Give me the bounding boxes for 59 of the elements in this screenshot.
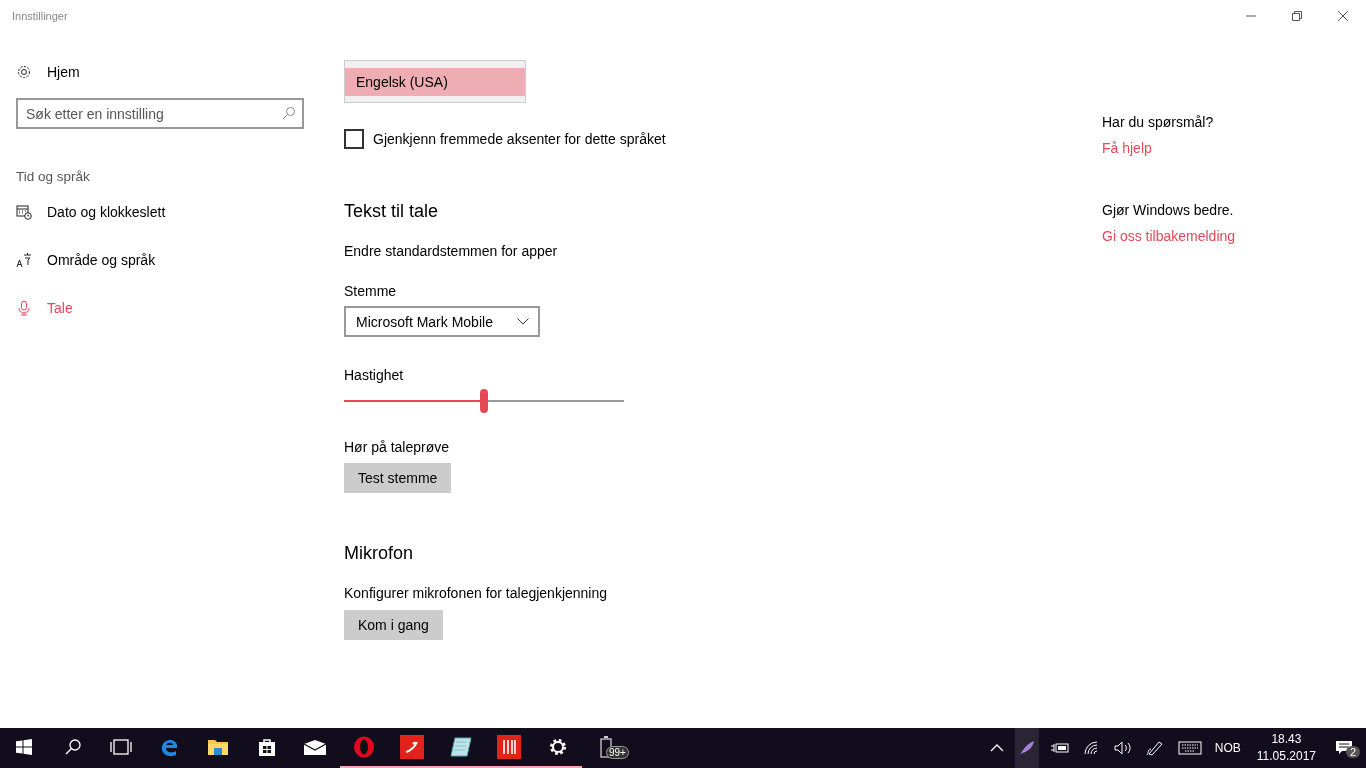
- section-heading: Tekst til tale: [344, 201, 439, 222]
- pen-icon[interactable]: [1145, 740, 1164, 756]
- description-text: Konfigurer mikrofonen for talegjenkjenning: [344, 585, 608, 601]
- edge-e-icon: [159, 737, 180, 757]
- sidebar-item[interactable]: Område og språk: [0, 236, 320, 284]
- sliders-app-icon: [497, 735, 522, 759]
- input-language-indicator[interactable]: NOB: [1214, 741, 1241, 755]
- speed-label: Hastighet: [344, 367, 404, 383]
- feedback-prompt: Gjør Windows bedre.: [1102, 202, 1234, 218]
- task-view-icon: [110, 739, 133, 755]
- chevron-up-icon[interactable]: [989, 744, 1004, 752]
- keyboard-icon[interactable]: [1177, 741, 1202, 755]
- search-field[interactable]: Søk etter en innstilling: [16, 98, 304, 129]
- section-heading: Mikrofon: [344, 543, 414, 564]
- window-title: Innstillinger: [12, 10, 68, 22]
- language-option[interactable]: Engelsk (USA): [345, 68, 525, 96]
- windows-logo-icon: [16, 739, 33, 755]
- restore-icon: [1291, 10, 1303, 22]
- feedback-link[interactable]: Gi oss tilbakemelding: [1102, 228, 1236, 244]
- folder-icon: [207, 738, 230, 756]
- notification-count: 2: [1346, 746, 1361, 758]
- speed-slider[interactable]: [344, 389, 624, 413]
- slider-thumb[interactable]: [480, 389, 488, 413]
- taskbar-button[interactable]: 99+: [582, 728, 631, 768]
- section-heading: Tid og språk: [16, 169, 91, 184]
- count-badge: 99+: [606, 746, 629, 759]
- feather-icon: [1018, 740, 1035, 756]
- preview-label: Hør på taleprøve: [344, 439, 450, 455]
- get-started-button[interactable]: Kom i gang: [344, 610, 443, 640]
- notepad-icon: [448, 736, 473, 758]
- settings-icon: [547, 737, 568, 757]
- tray-button[interactable]: [1014, 728, 1039, 768]
- voice-dropdown[interactable]: Microsoft Mark Mobile: [344, 306, 540, 337]
- language-icon: [16, 252, 32, 268]
- clock[interactable]: 18.43 11.05.2017: [1256, 731, 1316, 765]
- description-text: Endre standardstemmen for apper: [344, 243, 558, 259]
- help-question: Har du spørsmål?: [1102, 114, 1214, 130]
- sidebar-item[interactable]: Dato og klokkeslett: [0, 188, 320, 236]
- envelope-icon: [303, 739, 328, 755]
- home-nav-item[interactable]: Hjem: [0, 48, 320, 96]
- action-center-button[interactable]: 2: [1322, 728, 1366, 768]
- search-icon: [64, 739, 81, 755]
- sidebar-item[interactable]: Tale: [0, 284, 320, 332]
- search-icon: [282, 106, 296, 120]
- speaker-icon[interactable]: [1113, 741, 1132, 755]
- battery-charging-icon[interactable]: [1049, 742, 1070, 754]
- microphone-icon: [16, 300, 32, 316]
- close-icon: [1337, 10, 1349, 22]
- help-link[interactable]: Få hjelp: [1102, 140, 1152, 156]
- calendar-clock-icon: [16, 204, 32, 220]
- opera-o-icon: [352, 736, 375, 758]
- test-voice-button[interactable]: Test stemme: [344, 463, 452, 493]
- accent-checkbox[interactable]: Gjenkjenn fremmede aksenter for dette språket: [344, 129, 666, 149]
- wifi-icon[interactable]: [1083, 741, 1100, 755]
- voice-label: Stemme: [344, 283, 397, 299]
- pen-app-icon: [400, 735, 425, 759]
- shopping-bag-icon: [256, 737, 277, 757]
- chevron-down-icon: [517, 318, 529, 325]
- settings-icon: [16, 64, 32, 80]
